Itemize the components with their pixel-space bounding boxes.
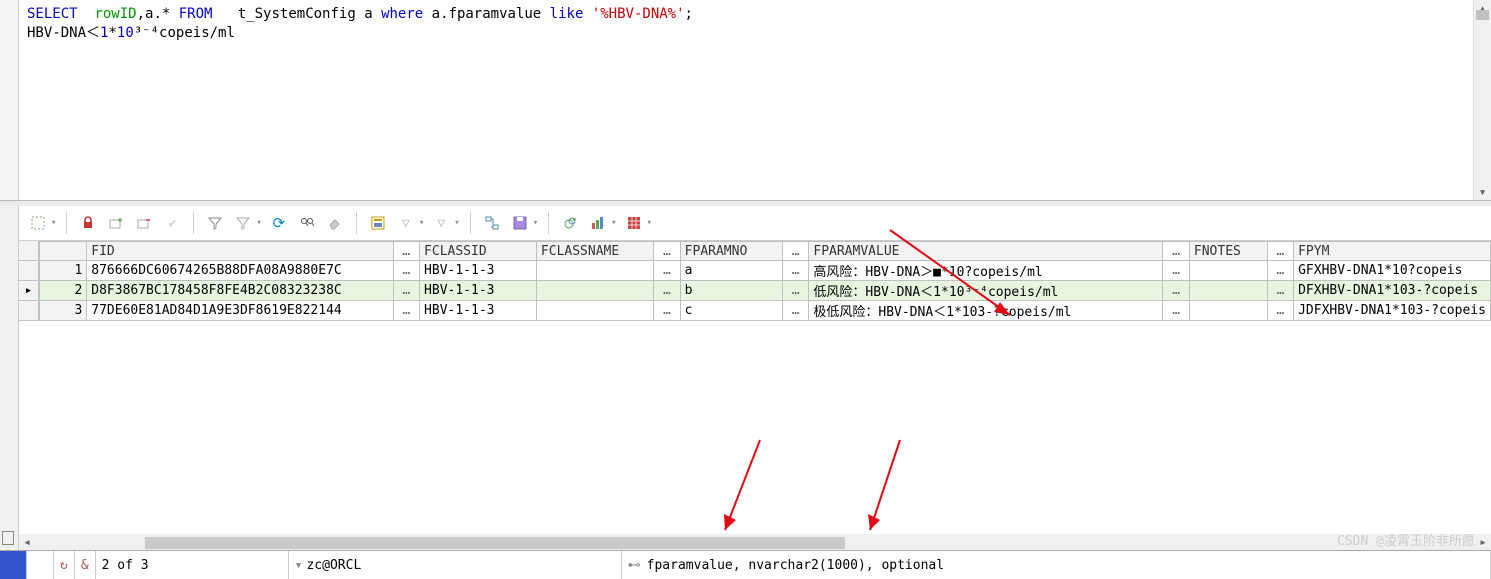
- dropdown-icon[interactable]: ▾: [51, 218, 56, 228]
- save-button[interactable]: [509, 212, 531, 234]
- linked-query-button[interactable]: [481, 212, 503, 234]
- current-row-marker: ▸: [19, 281, 39, 301]
- status-row-position: 2 of 3: [96, 551, 289, 579]
- status-amp: &: [75, 551, 96, 579]
- results-grid[interactable]: FID… FCLASSID FCLASSNAME… FPARAMNO… FPAR…: [39, 241, 1491, 321]
- eraser-button[interactable]: [324, 212, 346, 234]
- table-row[interactable]: 1 876666DC60674265B88DFA08A9880E7C… HBV-…: [40, 261, 1491, 281]
- scroll-thumb[interactable]: [1476, 10, 1489, 20]
- col-fclassname[interactable]: FCLASSNAME: [536, 242, 653, 261]
- lock-icon: [2, 531, 14, 545]
- table-row[interactable]: 3 77DE60E81AD84D1A9E3DF8619E822144… HBV-…: [40, 301, 1491, 321]
- table-row[interactable]: 2 D8F3867BC178458F8FE4B2C08323238C… HBV-…: [40, 281, 1491, 301]
- filter-button[interactable]: [204, 212, 226, 234]
- dropdown-icon[interactable]: ▾: [647, 218, 652, 228]
- sql-editor[interactable]: SELECT rowID,a.* FROM t_SystemConfig a w…: [19, 0, 1473, 200]
- commit-button[interactable]: ✔: [161, 212, 183, 234]
- col-fnotes[interactable]: FNOTES: [1189, 242, 1267, 261]
- status-pin: [27, 551, 54, 579]
- status-connection: ▾zc@ORCL: [289, 551, 622, 579]
- find-button[interactable]: [296, 212, 318, 234]
- dropdown-icon[interactable]: ▾: [611, 218, 616, 228]
- add-row-button[interactable]: [105, 212, 127, 234]
- status-bar: ↻ & 2 of 3 ▾zc@ORCL ⊷fparamvalue, nvarch…: [0, 550, 1491, 579]
- left-dock-strip: [0, 206, 19, 551]
- scroll-down-icon[interactable]: ▾: [1474, 184, 1491, 200]
- status-indicator: [0, 551, 27, 579]
- results-toolbar: ▾ ✔ ▾ ⟳ ▽▾ ▽▾ ▾ ▾ ▾: [19, 206, 1491, 241]
- single-record-button[interactable]: [367, 212, 389, 234]
- col-fpym[interactable]: FPYM: [1294, 242, 1491, 261]
- horizontal-scrollbar[interactable]: ◂ ▸: [19, 534, 1491, 551]
- col-fparamvalue[interactable]: FPARAMVALUE: [809, 242, 1163, 261]
- export-button[interactable]: [559, 212, 581, 234]
- dropdown-icon[interactable]: ▾: [454, 218, 459, 228]
- editor-vertical-scrollbar[interactable]: ▴ ▾: [1473, 0, 1491, 200]
- chart-button[interactable]: [587, 212, 609, 234]
- col-fclassid[interactable]: FCLASSID: [420, 242, 537, 261]
- dropdown-icon[interactable]: ▾: [533, 218, 538, 228]
- grid-view-button[interactable]: [623, 212, 645, 234]
- dropdown-icon[interactable]: ▾: [256, 218, 261, 228]
- nav2-button[interactable]: ▽: [430, 212, 452, 234]
- header-row: FID… FCLASSID FCLASSNAME… FPARAMNO… FPAR…: [40, 242, 1491, 261]
- scroll-thumb[interactable]: [145, 537, 845, 549]
- col-fid[interactable]: FID: [87, 242, 393, 261]
- dropdown-icon[interactable]: ▾: [419, 218, 424, 228]
- row-indicator: ▸: [19, 241, 39, 321]
- refresh-button[interactable]: ⟳: [268, 212, 290, 234]
- nav-button[interactable]: ▽: [395, 212, 417, 234]
- status-refresh-icon[interactable]: ↻: [54, 551, 75, 579]
- sort-button[interactable]: [232, 212, 254, 234]
- select-icon[interactable]: [27, 212, 49, 234]
- scroll-left-icon[interactable]: ◂: [19, 535, 35, 550]
- lock-button[interactable]: [77, 212, 99, 234]
- scroll-right-icon[interactable]: ▸: [1475, 535, 1491, 550]
- status-field-info: ⊷fparamvalue, nvarchar2(1000), optional: [622, 551, 1491, 579]
- rownum-header[interactable]: [40, 242, 87, 261]
- col-fparamno[interactable]: FPARAMNO: [680, 242, 782, 261]
- editor-gutter: [0, 0, 19, 200]
- delete-row-button[interactable]: [133, 212, 155, 234]
